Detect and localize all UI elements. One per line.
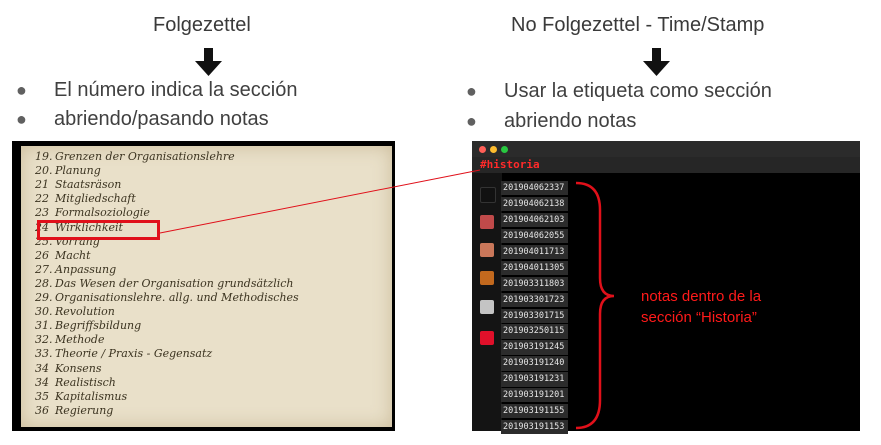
curly-brace-icon: [575, 181, 615, 430]
annotation-overlay: [159, 169, 615, 430]
connector-line: [159, 169, 481, 234]
annotation-label: notas dentro de la sección “Historia”: [641, 288, 762, 326]
